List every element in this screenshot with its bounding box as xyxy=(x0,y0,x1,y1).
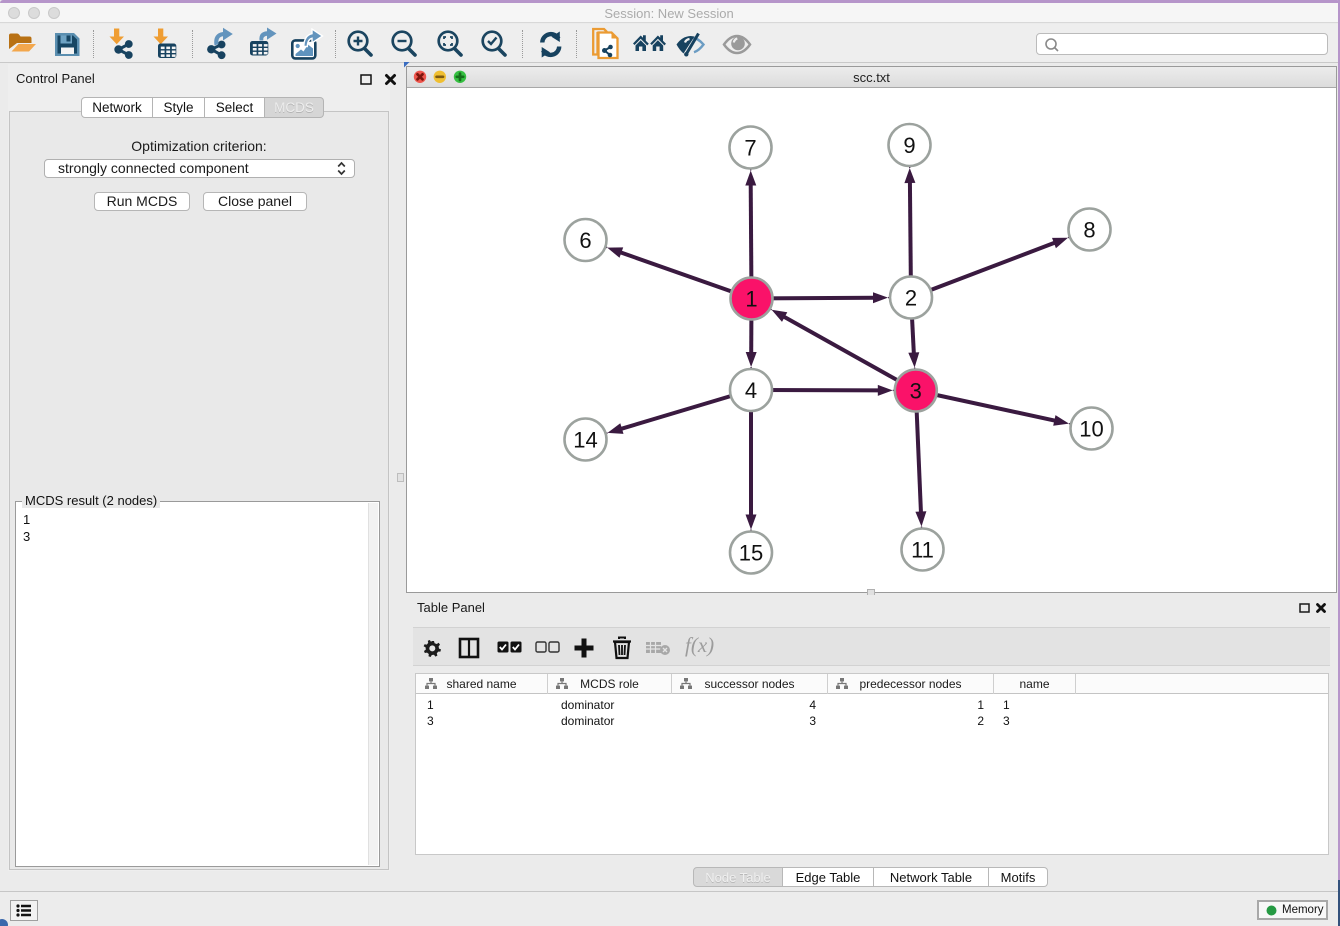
svg-text:9: 9 xyxy=(903,133,915,158)
svg-text:1: 1 xyxy=(745,287,757,312)
svg-text:14: 14 xyxy=(573,428,597,453)
svg-text:11: 11 xyxy=(911,538,934,563)
svg-text:15: 15 xyxy=(739,541,763,566)
svg-text:7: 7 xyxy=(744,136,756,161)
svg-text:4: 4 xyxy=(745,378,757,403)
svg-text:3: 3 xyxy=(910,379,922,404)
svg-text:10: 10 xyxy=(1079,417,1103,442)
svg-text:2: 2 xyxy=(905,286,917,311)
svg-text:8: 8 xyxy=(1083,218,1095,243)
svg-text:6: 6 xyxy=(579,228,591,253)
